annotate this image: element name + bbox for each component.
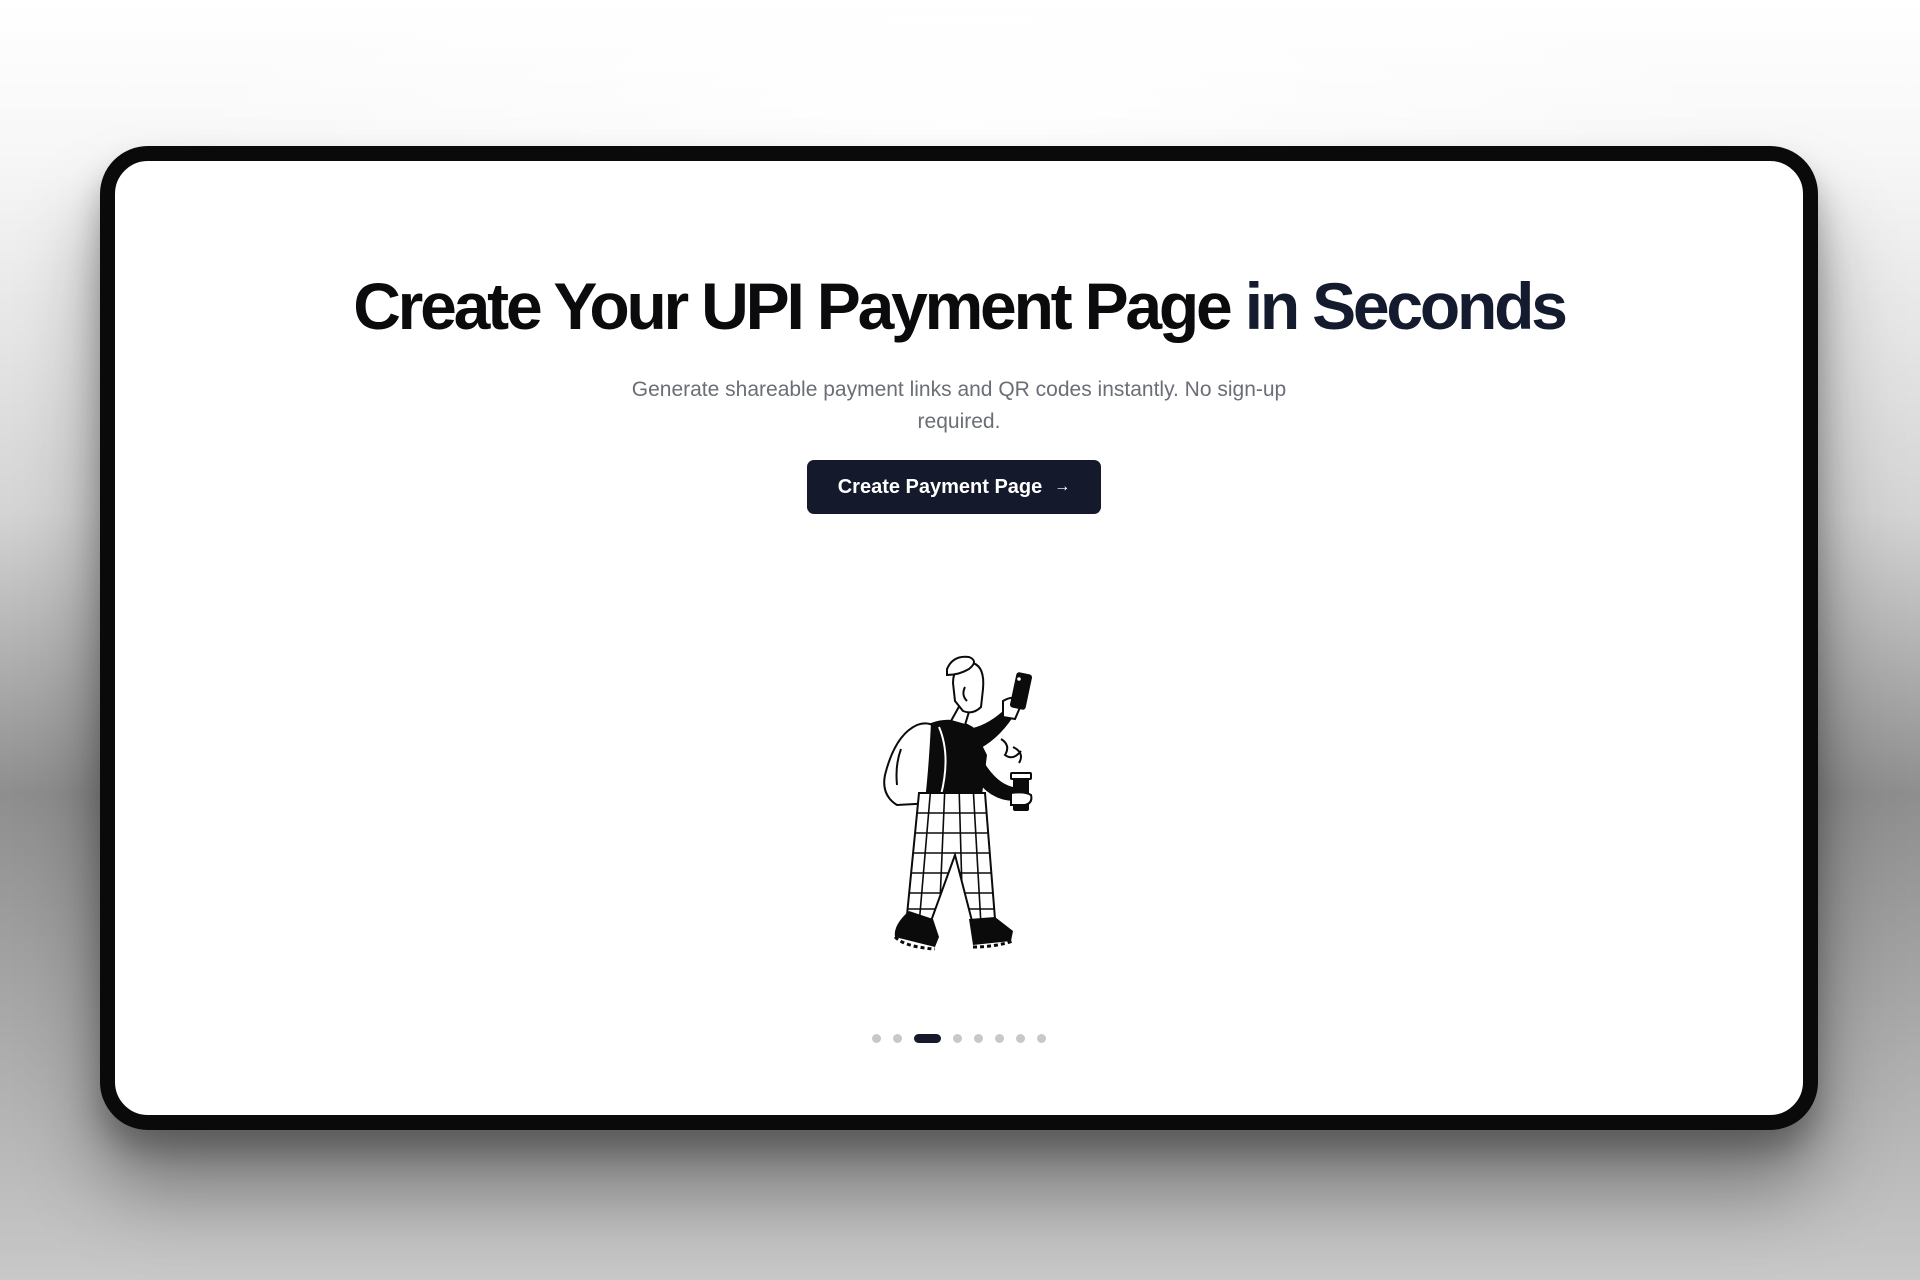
carousel-pagination (115, 1032, 1803, 1044)
hero-headline: Create Your UPI Payment Page in Seconds (115, 273, 1803, 339)
carousel-dot[interactable] (1037, 1033, 1046, 1043)
carousel-dot[interactable] (974, 1033, 983, 1043)
create-payment-page-button[interactable]: Create Payment Page → (807, 460, 1101, 514)
carousel-dot[interactable] (893, 1033, 902, 1043)
carousel-dot[interactable] (1016, 1033, 1025, 1043)
carousel-dot[interactable] (872, 1033, 881, 1043)
carousel-dot-active[interactable] (914, 1033, 941, 1043)
headline-accent: in Seconds (1244, 269, 1568, 343)
cta-label: Create Payment Page (837, 475, 1043, 498)
arrow-right-icon: → (1054, 478, 1071, 495)
headline-main: Create Your UPI Payment Page (353, 269, 1233, 343)
hero-section: Create Your UPI Payment Page in Seconds … (115, 161, 1803, 1115)
carousel-dot[interactable] (995, 1033, 1004, 1043)
person-walking-illustration (883, 655, 1033, 951)
device-frame: Create Your UPI Payment Page in Seconds … (100, 146, 1818, 1130)
hero-subtitle: Generate shareable payment links and QR … (631, 378, 1287, 433)
carousel-dot[interactable] (953, 1033, 962, 1043)
